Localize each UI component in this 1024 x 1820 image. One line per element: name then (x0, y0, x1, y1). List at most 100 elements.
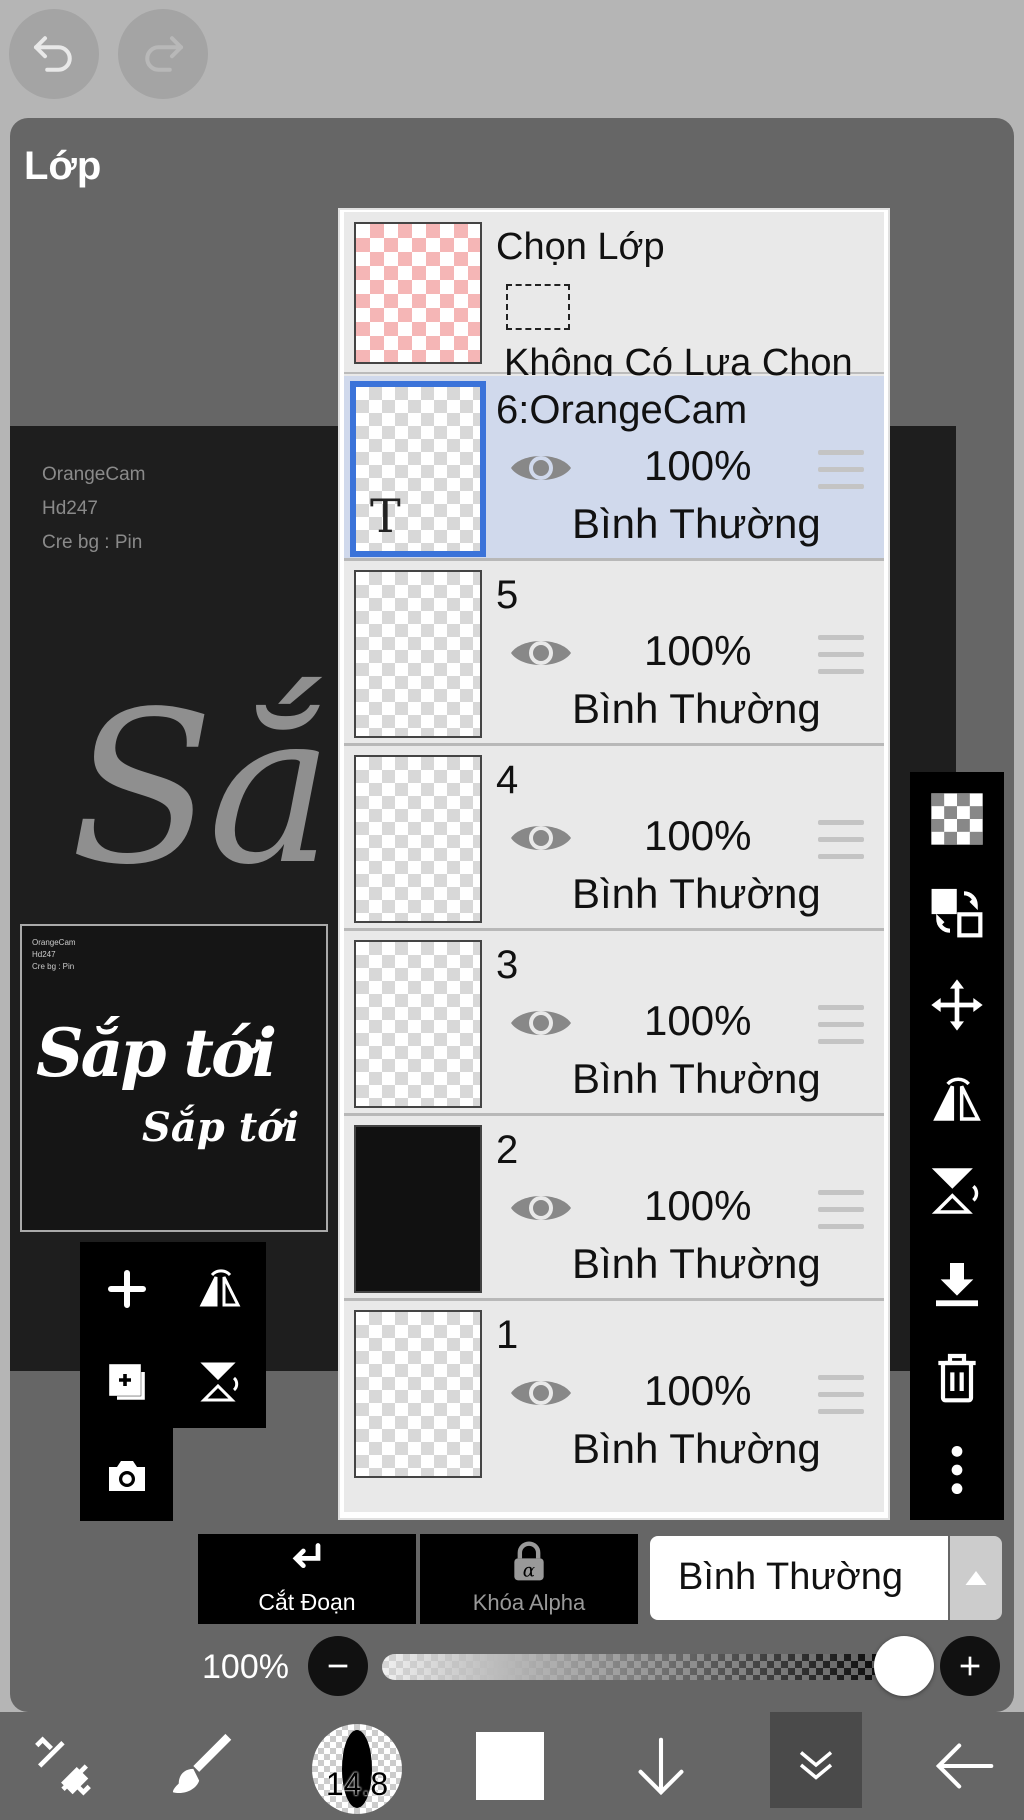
drag-handle-icon[interactable] (818, 450, 864, 490)
canvas-credit: OrangeCam (42, 464, 146, 485)
thumb-script-text: Sắp tới (142, 1104, 300, 1151)
blend-mode-select[interactable]: Bình Thường (650, 1536, 948, 1620)
layer-row[interactable]: 2 100% Bình Thường (344, 1116, 884, 1301)
visibility-eye-icon[interactable] (508, 1371, 574, 1415)
layer-thumbnail (354, 1125, 482, 1293)
flip-vertical-button[interactable] (910, 1144, 1004, 1237)
plus-icon (107, 1269, 146, 1308)
drag-handle-icon[interactable] (818, 635, 864, 675)
swap-layer-button[interactable] (910, 865, 1004, 958)
flip-vertical-button[interactable] (173, 1335, 266, 1428)
drag-handle-icon[interactable] (818, 1190, 864, 1230)
alpha-lock-label: Khóa Alpha (472, 1590, 586, 1615)
transform-icon (35, 1736, 91, 1796)
back-button[interactable] (920, 1712, 1010, 1820)
layer-name: 1 (496, 1313, 519, 1357)
drag-handle-icon[interactable] (818, 1005, 864, 1045)
layer-row[interactable]: 5 100% Bình Thường (344, 561, 884, 746)
lock-icon: α (514, 1541, 544, 1582)
selection-layer-row[interactable]: Chọn Lớp Không Có Lựa Chọn (344, 212, 884, 384)
svg-text:α: α (523, 1561, 536, 1582)
move-button[interactable] (910, 958, 1004, 1051)
layer-thumbnail (354, 1310, 482, 1478)
transform-tool-button[interactable] (18, 1712, 108, 1820)
undo-button[interactable] (9, 9, 99, 99)
layer-row[interactable]: T 6:OrangeCam 100% Bình Thường (344, 376, 884, 561)
canvas-thumbnail[interactable]: OrangeCam Hd247 Cre bg : Pin Sắp tới Sắp… (20, 924, 328, 1232)
thumb-credit: OrangeCam (32, 938, 76, 947)
layer-thumbnail: T (350, 381, 486, 557)
add-layer-button[interactable] (80, 1242, 173, 1335)
clipping-label: Cắt Đoạn (258, 1589, 356, 1615)
layer-opacity: 100% (644, 627, 752, 674)
layer-row[interactable]: 3 100% Bình Thường (344, 931, 884, 1116)
alpha-lock-button[interactable]: α Khóa Alpha (420, 1534, 638, 1624)
flip-horizontal-button[interactable] (910, 1051, 1004, 1144)
visibility-eye-icon[interactable] (508, 1186, 574, 1230)
redo-button[interactable] (118, 9, 208, 99)
delete-layer-button[interactable] (910, 1330, 1004, 1423)
checkerboard-icon (931, 792, 983, 845)
layer-name: 5 (496, 573, 519, 617)
right-toolbox (910, 772, 1004, 1520)
canvas-script-text: Sắ (70, 666, 333, 911)
layer-down-button[interactable] (616, 1712, 706, 1820)
thumb-credit: Hd247 (32, 950, 56, 959)
more-options-button[interactable] (910, 1423, 1004, 1516)
flip-horizontal-icon (933, 1077, 981, 1121)
color-swatch[interactable] (476, 1732, 544, 1800)
layer-name: 6:OrangeCam (496, 388, 748, 432)
opacity-increase-button[interactable] (940, 1636, 1000, 1696)
visibility-eye-icon[interactable] (508, 1001, 574, 1045)
layer-blend-mode: Bình Thường (572, 685, 821, 732)
canvas-credit: Hd247 (42, 498, 98, 519)
opacity-decrease-button[interactable] (308, 1636, 368, 1696)
blend-mode-dropdown-button[interactable] (950, 1536, 1002, 1620)
left-toolbox (80, 1242, 266, 1524)
redo-icon (145, 36, 184, 72)
transparency-button[interactable] (910, 772, 1004, 865)
clipping-button[interactable]: Cắt Đoạn (198, 1534, 416, 1624)
layer-thumbnail (354, 755, 482, 923)
layer-opacity: 100% (644, 812, 752, 859)
selection-thumbnail (354, 222, 482, 364)
flip-horizontal-button[interactable] (173, 1242, 266, 1335)
drag-handle-icon[interactable] (818, 820, 864, 860)
layer-blend-mode: Bình Thường (572, 1240, 821, 1287)
opacity-slider-knob[interactable] (874, 1636, 934, 1696)
brush-size-button[interactable]: 14.8 (312, 1724, 402, 1814)
double-chevron-down-icon (799, 1751, 833, 1780)
drag-handle-icon[interactable] (818, 1375, 864, 1415)
canvas-credit: Cre bg : Pin (42, 532, 143, 553)
triangle-up-icon (965, 1571, 987, 1585)
brush-icon (172, 1733, 232, 1794)
layer-row[interactable]: 1 100% Bình Thường (344, 1301, 884, 1486)
duplicate-layer-button[interactable] (80, 1335, 173, 1428)
text-layer-icon: T (370, 489, 401, 543)
download-icon (936, 1262, 978, 1306)
plus-icon (960, 1656, 980, 1676)
layer-opacity: 100% (644, 1182, 752, 1229)
minus-icon (328, 1664, 348, 1668)
brush-tool-button[interactable] (160, 1712, 250, 1820)
layer-opacity: 100% (644, 1367, 752, 1414)
more-vertical-icon (951, 1445, 963, 1494)
opacity-label: 100% (202, 1648, 289, 1686)
camera-button[interactable] (80, 1428, 173, 1521)
selection-title: Chọn Lớp (496, 226, 665, 268)
thumb-script-text: Sắp tới (36, 1014, 277, 1092)
visibility-eye-icon[interactable] (508, 631, 574, 675)
opacity-slider[interactable] (382, 1654, 906, 1680)
layer-blend-mode: Bình Thường (572, 870, 821, 917)
layers-tab-button[interactable] (770, 1712, 862, 1808)
arrow-left-icon (935, 1743, 994, 1789)
trash-icon (938, 1353, 976, 1402)
layer-name: 2 (496, 1128, 519, 1172)
merge-down-button[interactable] (910, 1237, 1004, 1330)
layer-row[interactable]: 4 100% Bình Thường (344, 746, 884, 931)
camera-icon (108, 1460, 145, 1491)
layer-name: 4 (496, 758, 519, 802)
visibility-eye-icon[interactable] (508, 446, 574, 490)
flip-horizontal-icon (199, 1268, 240, 1306)
visibility-eye-icon[interactable] (508, 816, 574, 860)
